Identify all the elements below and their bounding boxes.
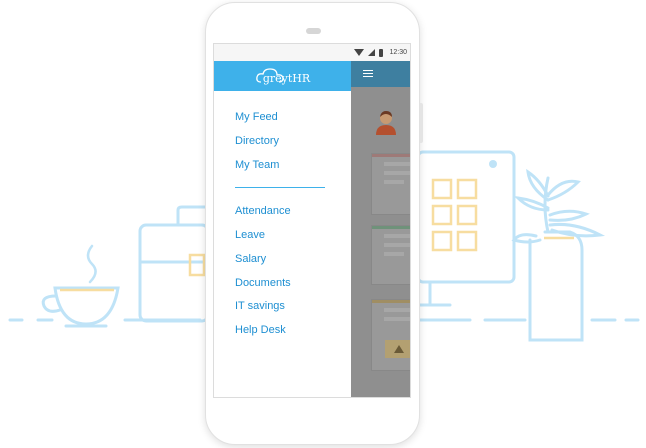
nav-item-leave[interactable]: Leave xyxy=(235,229,265,241)
wifi-icon xyxy=(354,49,365,56)
logo-text: greytHR xyxy=(262,72,311,85)
nav-item-my-feed[interactable]: My Feed xyxy=(235,111,278,123)
signal-icon xyxy=(368,49,376,56)
nav-item-documents[interactable]: Documents xyxy=(235,277,291,289)
phone-side-button xyxy=(420,103,423,143)
nav-item-attendance[interactable]: Attendance xyxy=(235,205,291,217)
navigation-drawer: greytHR My Feed Directory My Team Attend… xyxy=(214,61,351,397)
nav-item-it-savings[interactable]: IT savings xyxy=(235,300,285,312)
nav-item-salary[interactable]: Salary xyxy=(235,253,266,265)
nav-item-directory[interactable]: Directory xyxy=(235,135,279,147)
phone-screen: 12:30 greytHR My Feed Directory My Team … xyxy=(213,43,411,398)
nav-item-help-desk[interactable]: Help Desk xyxy=(235,324,286,336)
briefcase-icon xyxy=(138,205,210,323)
menu-icon[interactable] xyxy=(363,70,373,77)
phone-frame: 12:30 greytHR My Feed Directory My Team … xyxy=(205,2,423,445)
warning-icon xyxy=(385,340,410,358)
drawer-header: greytHR xyxy=(214,61,351,91)
nav-item-my-team[interactable]: My Team xyxy=(235,159,279,171)
status-bar: 12:30 xyxy=(214,44,410,61)
battery-icon xyxy=(379,48,384,57)
calendar-grid xyxy=(431,178,478,252)
coffee-cup-icon xyxy=(41,244,120,328)
phone-speaker xyxy=(306,28,321,34)
status-time: 12:30 xyxy=(389,49,407,56)
feed-card xyxy=(371,299,410,371)
monitor-icon xyxy=(416,150,516,307)
avatar-icon xyxy=(376,111,396,135)
app-toolbar xyxy=(351,61,410,87)
feed-card xyxy=(371,153,410,215)
briefcase-tag xyxy=(188,253,206,277)
app-content-dimmed[interactable] xyxy=(351,87,410,397)
plant-vase-icon xyxy=(511,168,606,342)
monitor-dot xyxy=(489,160,497,168)
feed-card xyxy=(371,225,410,285)
drawer-divider xyxy=(235,187,325,188)
app-logo: greytHR xyxy=(255,67,310,85)
